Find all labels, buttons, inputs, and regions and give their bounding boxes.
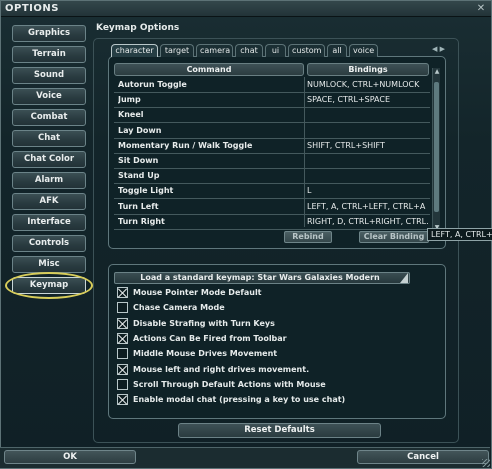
standard-keymap-select[interactable]: Load a standard keymap: Star Wars Galaxi… — [114, 272, 410, 284]
title-bar[interactable]: OPTIONS ✕ — [1, 1, 491, 17]
tab-voice[interactable]: voice — [349, 44, 378, 57]
column-divider — [304, 77, 305, 227]
table-scrollbar[interactable]: ▲ ▼ — [432, 68, 440, 231]
nav-interface-button[interactable]: Interface — [12, 214, 86, 231]
option-row[interactable]: Actions Can Be Fired from Toolbar — [117, 332, 417, 345]
table-row[interactable]: Turn Left LEFT, A, CTRL+LEFT, CTRL+A — [114, 200, 430, 215]
option-label: Actions Can Be Fired from Toolbar — [133, 333, 287, 343]
option-label: Mouse left and right drives movement. — [133, 364, 310, 374]
command-cell: Kneel — [118, 110, 144, 120]
table-row[interactable]: Sit Down — [114, 154, 430, 169]
rebind-button[interactable]: Rebind — [284, 231, 332, 243]
option-row[interactable]: Mouse Pointer Mode Default — [117, 287, 417, 299]
close-icon[interactable]: ✕ — [475, 3, 487, 15]
option-checkbox[interactable] — [117, 317, 128, 329]
nav-combat-button[interactable]: Combat — [12, 109, 86, 126]
option-label: Disable Strafing with Turn Keys — [133, 318, 275, 328]
command-cell: Stand Up — [118, 171, 160, 181]
command-cell: Autorun Toggle — [118, 80, 187, 89]
option-checkbox[interactable] — [117, 363, 128, 375]
cancel-button[interactable]: Cancel — [357, 450, 489, 464]
table-row[interactable]: Jump SPACE, CTRL+SPACE — [114, 93, 430, 109]
binding-cell: LEFT, A, CTRL+LEFT, CTRL+A — [307, 201, 426, 211]
tab-character[interactable]: character — [111, 44, 158, 57]
nav-chat-button[interactable]: Chat — [12, 130, 86, 147]
command-cell: Jump — [118, 95, 141, 105]
standard-keymap-label: Load a standard keymap: Star Wars Galaxi… — [140, 273, 380, 282]
binding-tooltip: LEFT, A, CTRL+LEFT, CTRL+A — [427, 228, 492, 241]
nav-sound-button[interactable]: Sound — [12, 67, 86, 84]
table-row[interactable]: Stand Up — [114, 169, 430, 185]
option-label: Middle Mouse Drives Movement — [133, 349, 278, 359]
command-column-header[interactable]: Command — [114, 63, 304, 76]
option-row[interactable]: Scroll Through Default Actions with Mous… — [117, 378, 417, 391]
table-row[interactable]: Turn Right RIGHT, D, CTRL+RIGHT, CTRL... — [114, 215, 430, 230]
table-row[interactable]: Toggle Light L — [114, 184, 430, 200]
binding-cell: L — [307, 186, 312, 196]
nav-misc-button[interactable]: Misc — [12, 256, 86, 273]
command-cell: Turn Left — [118, 201, 159, 211]
tab-scroll-arrows-icon[interactable]: ◀ ▶ — [432, 45, 445, 53]
tab-chat[interactable]: chat — [235, 44, 263, 57]
binding-cell: RIGHT, D, CTRL+RIGHT, CTRL... — [307, 216, 429, 226]
option-row[interactable]: Middle Mouse Drives Movement — [117, 348, 417, 360]
option-checkbox[interactable] — [117, 287, 128, 298]
command-cell: Momentary Run / Walk Toggle — [118, 140, 253, 150]
tab-ui[interactable]: ui — [265, 44, 286, 57]
scroll-up-icon[interactable]: ▲ — [433, 68, 441, 75]
option-label: Mouse Pointer Mode Default — [133, 288, 262, 297]
window-title: OPTIONS — [5, 3, 59, 14]
tab-camera[interactable]: camera — [196, 44, 233, 57]
nav-afk-button[interactable]: AFK — [12, 193, 86, 210]
binding-cell: NUMLOCK, CTRL+NUMLOCK — [307, 80, 420, 89]
nav-voice-button[interactable]: Voice — [12, 88, 86, 105]
option-checkbox[interactable] — [117, 378, 128, 390]
option-row[interactable]: Disable Strafing with Turn Keys — [117, 317, 417, 330]
option-checkbox[interactable] — [117, 348, 128, 360]
nav-graphics-button[interactable]: Graphics — [12, 25, 86, 42]
binding-cell: SPACE, CTRL+SPACE — [307, 95, 391, 105]
nav-controls-button[interactable]: Controls — [12, 235, 86, 252]
binding-cell: SHIFT, CTRL+SHIFT — [307, 140, 385, 150]
tab-custom[interactable]: custom — [288, 44, 325, 57]
command-cell: Sit Down — [118, 156, 159, 165]
command-cell: Lay Down — [118, 125, 162, 135]
scrollbar-thumb[interactable] — [434, 82, 439, 212]
tab-all[interactable]: all — [327, 44, 347, 57]
reset-defaults-button[interactable]: Reset Defaults — [178, 423, 381, 438]
table-row[interactable]: Kneel — [114, 108, 430, 124]
nav-alarm-button[interactable]: Alarm — [12, 172, 86, 189]
clear-binding-button[interactable]: Clear Binding — [359, 231, 429, 243]
table-row[interactable]: Momentary Run / Walk Toggle SHIFT, CTRL+S… — [114, 139, 430, 154]
tab-target[interactable]: target — [160, 44, 194, 57]
resize-grip-icon[interactable] — [482, 459, 490, 467]
option-checkbox[interactable] — [117, 332, 128, 344]
option-row[interactable]: Enable modal chat (pressing a key to use… — [117, 394, 417, 406]
nav-keymap-button[interactable]: Keymap — [12, 277, 86, 294]
option-label: Scroll Through Default Actions with Mous… — [133, 379, 326, 389]
table-row[interactable]: Lay Down — [114, 124, 430, 139]
section-title: Keymap Options — [96, 23, 180, 33]
option-row[interactable]: Chase Camera Mode — [117, 302, 417, 314]
ok-button[interactable]: OK — [4, 450, 136, 464]
dropdown-arrow-icon[interactable] — [400, 273, 408, 283]
option-label: Chase Camera Mode — [133, 303, 225, 313]
table-row[interactable]: Autorun Toggle NUMLOCK, CTRL+NUMLOCK — [114, 78, 430, 93]
option-checkbox[interactable] — [117, 394, 128, 406]
option-row[interactable]: Mouse left and right drives movement. — [117, 363, 417, 376]
nav-chat-color-button[interactable]: Chat Color — [12, 151, 86, 168]
command-cell: Turn Right — [118, 216, 165, 226]
nav-terrain-button[interactable]: Terrain — [12, 46, 86, 63]
option-label: Enable modal chat (pressing a key to use… — [133, 395, 346, 405]
command-cell: Toggle Light — [118, 186, 174, 196]
option-checkbox[interactable] — [117, 302, 128, 314]
bindings-column-header[interactable]: Bindings — [307, 63, 429, 76]
